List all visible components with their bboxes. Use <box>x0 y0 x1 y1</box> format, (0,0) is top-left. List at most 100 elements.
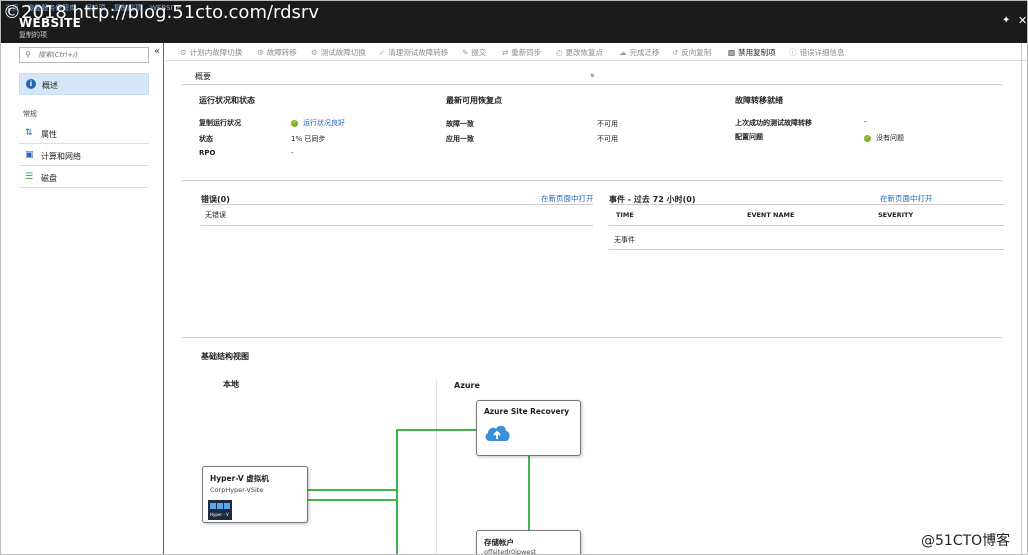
config-issues-key: 配置问题 <box>735 133 763 141</box>
collapse-menu-button[interactable]: « <box>154 46 160 57</box>
overview-content: 概要 » 运行状况和状态 复制运行状况 ✓ 运行状况良好 状态 1% 已同步 RP… <box>165 62 1027 555</box>
vm-node-title: Hyper-V 虚拟机 <box>210 474 269 483</box>
last-test-failover-value: - <box>864 118 867 126</box>
cloud-icon: ☁ <box>619 48 627 57</box>
recovery-point-icon: ◴ <box>556 48 563 57</box>
status-key: 状态 <box>199 135 213 143</box>
divider <box>182 84 1002 85</box>
events-empty: 无事件 <box>614 236 635 244</box>
sidebar-item-properties[interactable]: ⇅ 属性 <box>19 123 149 144</box>
sidebar-item-compute-network[interactable]: ▣ 计算和网络 <box>19 145 149 166</box>
hyperv-logo: Hyper - V <box>208 500 232 520</box>
hyperv-vm-node[interactable]: Hyper-V 虚拟机 CorpHyper-VSite Hyper - V <box>202 466 308 523</box>
divider <box>182 180 1002 181</box>
connector-line <box>396 429 398 554</box>
blade-subtitle: 复制的项 <box>19 31 47 39</box>
hyperv-badge-text: Hyper - V <box>210 512 229 517</box>
cleanup-test-failover-button[interactable]: ✓ 清理测试故障转移 <box>379 47 448 58</box>
planned-failover-icon: ⚙ <box>180 48 187 57</box>
errors-open-link[interactable]: 在新页面中打开 <box>541 193 594 204</box>
resync-icon: ⇄ <box>502 48 509 57</box>
failover-icon: ⚙ <box>257 48 264 57</box>
commit-button[interactable]: ✎ 提交 <box>462 47 486 58</box>
reverse-replicate-button[interactable]: ↺ 反向复制 <box>672 47 711 58</box>
watermark-top: ©2018 http://blog.51cto.com/rdsrv <box>3 2 319 23</box>
divider <box>609 225 1004 226</box>
config-issues-value: ✓ 没有问题 <box>864 134 904 142</box>
replication-health-value[interactable]: ✓ 运行状况良好 <box>291 118 345 128</box>
checkmark-icon: ✓ <box>379 48 386 57</box>
test-failover-icon: ⚙ <box>311 48 318 57</box>
divider <box>201 204 593 205</box>
failover-button[interactable]: ⚙ 故障转移 <box>257 47 297 58</box>
disk-stack-icon: ☰ <box>25 172 34 182</box>
divider <box>436 380 437 554</box>
asr-node[interactable]: Azure Site Recovery <box>476 400 581 456</box>
test-failover-button[interactable]: ⚙ 测试故障切换 <box>311 47 366 58</box>
connector-line <box>528 456 530 530</box>
chevron-down-icon[interactable]: » <box>588 73 597 78</box>
search-input[interactable] <box>38 49 144 61</box>
scrollbar[interactable] <box>1021 43 1022 554</box>
column-header-time[interactable]: TIME <box>616 211 634 219</box>
storage-node-name: offsitedr0jpwest <box>484 548 537 555</box>
azure-label: Azure <box>454 381 480 390</box>
commit-icon: ✎ <box>462 48 469 57</box>
change-recovery-point-button[interactable]: ◴ 更改恢复点 <box>556 47 603 58</box>
recovery-point-title: 最新可用恢复点 <box>446 96 502 105</box>
crash-consistent-key: 故障一致 <box>446 120 474 128</box>
infrastructure-title: 基础结构视图 <box>201 352 249 361</box>
sidebar-item-overview[interactable]: i 概述 <box>19 73 149 95</box>
events-open-link[interactable]: 在新页面中打开 <box>880 193 933 204</box>
column-header-severity[interactable]: SEVERITY <box>878 211 913 219</box>
info-icon: i <box>26 79 36 89</box>
resync-button[interactable]: ⇄ 重新同步 <box>502 47 541 58</box>
resource-menu: ⚲ « i 概述 常规 ⇅ 属性 ▣ 计算和网络 ☰ 磁盘 <box>1 43 164 554</box>
sidebar-item-label: 计算和网络 <box>41 152 81 161</box>
divider <box>609 204 1004 205</box>
info-icon: ⓘ <box>789 48 797 57</box>
disable-replication-button[interactable]: ▧ 禁用复制项 <box>728 47 776 58</box>
sliders-icon: ⇅ <box>25 128 33 138</box>
sidebar-item-label: 概述 <box>42 81 58 90</box>
blade-header: 主页 恢复服务保管库 保护项 复制的项 WEBSITE WEBSITE 复制的项… <box>1 1 1027 43</box>
pin-icon[interactable]: ✦ <box>1002 15 1010 26</box>
replication-health-key: 复制运行状况 <box>199 119 241 127</box>
health-title: 运行状况和状态 <box>199 96 255 105</box>
connector-line <box>308 489 397 491</box>
divider <box>201 225 593 226</box>
complete-migration-button[interactable]: ☁ 完成迁移 <box>619 47 660 58</box>
search-icon: ⚲ <box>25 50 31 59</box>
column-header-event-name[interactable]: EVENT NAME <box>747 211 794 219</box>
trash-icon: ▧ <box>728 48 736 57</box>
command-bar: ⚙ 计划内故障切换 ⚙ 故障转移 ⚙ 测试故障切换 ✓ 清理测试故障转移 ✎ 提交 ⇄ 重新… <box>165 43 1027 61</box>
sidebar-item-label: 磁盘 <box>41 174 57 183</box>
check-circle-icon: ✓ <box>291 119 298 127</box>
divider <box>182 337 1002 338</box>
connector-line <box>397 429 476 431</box>
last-test-failover-key: 上次成功的测试故障转移 <box>735 119 812 127</box>
reverse-icon: ↺ <box>672 48 679 57</box>
sidebar-item-disks[interactable]: ☰ 磁盘 <box>19 167 149 188</box>
storage-account-node[interactable]: 存储帐户 offsitedr0jpwest <box>476 530 581 555</box>
check-circle-icon: ✓ <box>864 134 871 142</box>
storage-node-title: 存储帐户 <box>484 538 514 547</box>
sidebar-group-general: 常规 <box>23 110 37 118</box>
sidebar-item-label: 属性 <box>41 130 57 139</box>
errors-empty: 无错误 <box>205 211 226 219</box>
portal-window: 主页 恢复服务保管库 保护项 复制的项 WEBSITE WEBSITE 复制的项… <box>0 0 1028 555</box>
essentials-heading: 概要 <box>195 72 211 81</box>
status-value: 1% 已同步 <box>291 135 326 143</box>
crash-consistent-value: 不可用 <box>597 120 618 128</box>
divider <box>609 249 1004 250</box>
error-details-button[interactable]: ⓘ 错误详细信息 <box>789 47 845 58</box>
asr-node-title: Azure Site Recovery <box>484 407 570 416</box>
close-icon[interactable]: ✕ <box>1018 14 1027 27</box>
app-consistent-value: 不可用 <box>597 135 618 143</box>
search-box[interactable]: ⚲ <box>19 47 149 63</box>
rpo-value: - <box>291 149 294 157</box>
failover-readiness-title: 故障转移就绪 <box>735 96 783 105</box>
planned-failover-button[interactable]: ⚙ 计划内故障切换 <box>180 47 242 58</box>
vm-node-site: CorpHyper-VSite <box>210 486 264 494</box>
cloud-upload-icon <box>485 425 510 441</box>
